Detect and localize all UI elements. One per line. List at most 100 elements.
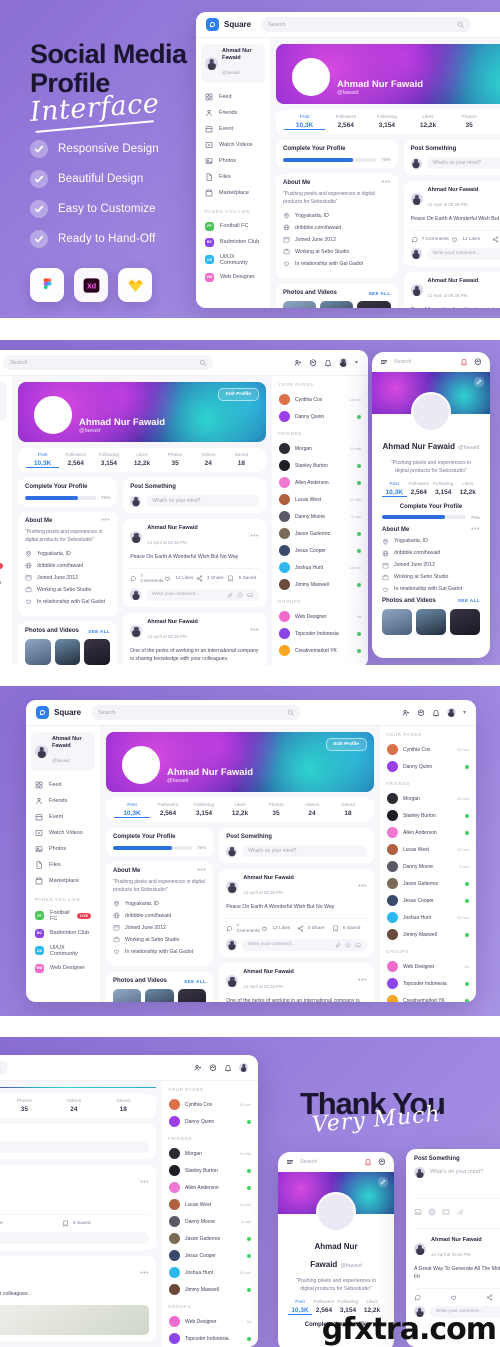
more-options-icon[interactable]: ••• bbox=[358, 977, 367, 984]
sidebar-page-football-fc[interactable]: FF Football FC LIVE bbox=[0, 556, 7, 575]
post-media-item[interactable] bbox=[0, 1305, 149, 1335]
rail-item-stanley-burton[interactable]: Stanley Burton bbox=[168, 1162, 252, 1179]
rail-item-jesus-cooper[interactable]: Jesus Cooper bbox=[386, 892, 470, 909]
stat-post[interactable]: Post 10,3K bbox=[114, 803, 150, 818]
search-input[interactable]: Search bbox=[261, 17, 472, 32]
rail-item-morgan[interactable]: Morgan 13 min bbox=[168, 1145, 252, 1162]
stat-post[interactable]: Post 10,3K bbox=[284, 115, 326, 130]
post-action-comments[interactable]: 7 Comments bbox=[411, 236, 452, 243]
post-action-likes[interactable]: 12 Likes bbox=[451, 236, 492, 243]
sidebar-page-badminton-club[interactable]: BC Badminton Club bbox=[0, 575, 7, 591]
post-action-comments[interactable]: 7 Comments bbox=[226, 924, 261, 934]
see-all-link[interactable]: SEE ALL bbox=[369, 291, 391, 296]
sidebar-item-feed[interactable]: Feed bbox=[0, 427, 7, 443]
post-action-saved[interactable]: 5 Saved bbox=[332, 924, 367, 934]
rail-item-jimmy-maxwell[interactable]: Jimmy Maxwell bbox=[168, 1281, 252, 1298]
comment-input[interactable]: Write your comment... bbox=[242, 938, 367, 951]
messenger-icon[interactable] bbox=[417, 709, 425, 717]
photo-thumbnail[interactable] bbox=[177, 989, 207, 1002]
image-icon[interactable] bbox=[414, 1208, 422, 1216]
notification-icon[interactable] bbox=[324, 359, 332, 367]
rail-item-web-designer[interactable]: Web Designer 5d bbox=[168, 1313, 252, 1330]
add-friend-icon[interactable] bbox=[194, 1064, 202, 1072]
photo-thumbnail[interactable] bbox=[450, 608, 480, 635]
stat-videos[interactable]: Videos24 bbox=[490, 115, 500, 130]
post-action-likes[interactable]: 12 Likes bbox=[261, 924, 296, 934]
rail-item-danny-quinn[interactable]: Danny Quinn bbox=[386, 758, 470, 775]
search-input[interactable]: Search bbox=[3, 355, 214, 370]
sidebar-item-photos[interactable]: Photos bbox=[31, 841, 95, 857]
composer-input[interactable]: What's on your mind? bbox=[0, 1141, 149, 1154]
rail-item-lucas-west[interactable]: Lucas West 13 min bbox=[168, 1196, 252, 1213]
add-friend-icon[interactable] bbox=[294, 359, 302, 367]
sidebar-item-watch-videos[interactable]: Watch Videos bbox=[31, 825, 95, 841]
rail-item-allen-anderson[interactable]: Allen Anderson bbox=[278, 474, 362, 491]
more-options-icon[interactable]: ••• bbox=[250, 533, 259, 540]
rail-item-cynthia-cox[interactable]: Cynthia Cox 13 min bbox=[386, 741, 470, 758]
sidebar-page-uiux-community[interactable]: UX UI/UX Community bbox=[0, 591, 7, 610]
rail-item-stanley-burton[interactable]: Stanley Burton bbox=[278, 457, 362, 474]
sidebar-item-event[interactable]: Event bbox=[201, 121, 265, 137]
sidebar-item-profile[interactable]: Ahmad Nur Fawaid @fawaid bbox=[0, 382, 7, 422]
notification-icon[interactable] bbox=[460, 358, 468, 366]
post-action-share[interactable]: 3 Share bbox=[196, 574, 228, 584]
search-input[interactable]: Search bbox=[91, 705, 302, 720]
rail-item-morgan[interactable]: Morgan 13 min bbox=[386, 790, 470, 807]
rail-item-cynthia-cox[interactable]: Cynthia Cox 13 min bbox=[278, 391, 362, 408]
edit-cover-icon[interactable] bbox=[378, 1177, 388, 1187]
rail-item-cynthia-cox[interactable]: Cynthia Cox 13 min bbox=[168, 1096, 252, 1113]
stat-following[interactable]: Following 3,154 bbox=[186, 803, 222, 818]
chevron-down-icon[interactable]: ▾ bbox=[463, 709, 466, 716]
stat-following[interactable]: Following 3,154 bbox=[431, 482, 456, 497]
sidebar-page-web-designer[interactable]: WD Web Designer bbox=[201, 269, 265, 285]
stat-photos[interactable]: Photos 35 bbox=[449, 115, 490, 130]
more-options-icon[interactable]: ••• bbox=[197, 867, 206, 874]
more-options-icon[interactable]: ••• bbox=[382, 179, 391, 186]
rail-item-creativemarket-yk[interactable]: Creativemarket YK bbox=[278, 642, 362, 659]
sidebar-item-event[interactable]: Event bbox=[31, 809, 95, 825]
messenger-icon[interactable] bbox=[474, 358, 482, 366]
more-options-icon[interactable]: ••• bbox=[140, 1270, 149, 1277]
stat-videos[interactable]: Videos24 bbox=[49, 1099, 98, 1114]
rail-item-lucas-west[interactable]: Lucas West 13 min bbox=[386, 841, 470, 858]
rail-item-stanley-burton[interactable]: Stanley Burton bbox=[386, 807, 470, 824]
stat-followers[interactable]: Followers 2,564 bbox=[150, 803, 186, 818]
rail-item-joshua-hunt[interactable]: Joshua Hunt 13 min bbox=[168, 1264, 252, 1281]
composer-input[interactable]: What's on your mind? bbox=[146, 495, 259, 507]
messenger-icon[interactable] bbox=[209, 1064, 217, 1072]
rail-item-web-designer[interactable]: Web Designer 5d bbox=[278, 608, 362, 625]
photo-thumbnail[interactable] bbox=[357, 301, 391, 308]
rail-item-topcoder-indonesia[interactable]: Topcoder Indonesia bbox=[278, 625, 362, 642]
notification-icon[interactable] bbox=[364, 1158, 372, 1166]
edit-profile-button[interactable]: Edit Profile bbox=[217, 388, 259, 401]
post-action-saved[interactable]: 5 Saved bbox=[227, 574, 259, 584]
more-options-icon[interactable]: ••• bbox=[101, 517, 110, 524]
rail-item-allen-anderson[interactable]: Allen Anderson bbox=[386, 824, 470, 841]
stat-likes[interactable]: Likes 12,2k bbox=[407, 115, 448, 130]
sidebar-item-feed[interactable]: Feed bbox=[31, 777, 95, 793]
search-input[interactable]: Search bbox=[0, 1060, 8, 1075]
sidebar-page-web-designer[interactable]: WD Web Designer bbox=[31, 960, 95, 976]
stat-saved[interactable]: Saved 18 bbox=[330, 803, 366, 818]
rail-item-jason-gutierrez[interactable]: Jason Gutierrez bbox=[386, 875, 470, 892]
rail-item-jimmy-maxwell[interactable]: Jimmy Maxwell bbox=[278, 576, 362, 593]
rail-item-creativemarket-yk[interactable]: Creativemarket YK bbox=[386, 992, 470, 1002]
sidebar-item-marketplace[interactable]: Marketplace bbox=[201, 185, 265, 201]
rail-item-jimmy-maxwell[interactable]: Jimmy Maxwell bbox=[386, 926, 470, 943]
poll-icon[interactable] bbox=[456, 1208, 464, 1216]
rail-item-lucas-west[interactable]: Lucas West 13 min bbox=[278, 491, 362, 508]
stat-post[interactable]: Post 10,3K bbox=[382, 482, 407, 497]
sidebar-item-watch-videos[interactable]: Watch Videos bbox=[201, 137, 265, 153]
sidebar-item-photos[interactable]: Photos bbox=[0, 491, 7, 507]
rail-item-joshua-hunt[interactable]: Joshua Hunt 13 min bbox=[278, 559, 362, 576]
rail-item-allen-anderson[interactable]: Allen Anderson bbox=[168, 1179, 252, 1196]
stat-videos[interactable]: Videos24 bbox=[192, 453, 225, 468]
more-options-icon[interactable]: ••• bbox=[358, 883, 367, 890]
post-action-share[interactable] bbox=[486, 1294, 500, 1301]
photo-thumbnail[interactable] bbox=[113, 989, 142, 1002]
stat-photos[interactable]: Photos 35 bbox=[258, 803, 294, 818]
sidebar-item-feed[interactable]: Feed bbox=[201, 89, 265, 105]
account-icon[interactable] bbox=[446, 708, 456, 717]
stat-videos[interactable]: Videos24 bbox=[294, 803, 330, 818]
mobile-search-input[interactable]: Search bbox=[394, 359, 454, 365]
